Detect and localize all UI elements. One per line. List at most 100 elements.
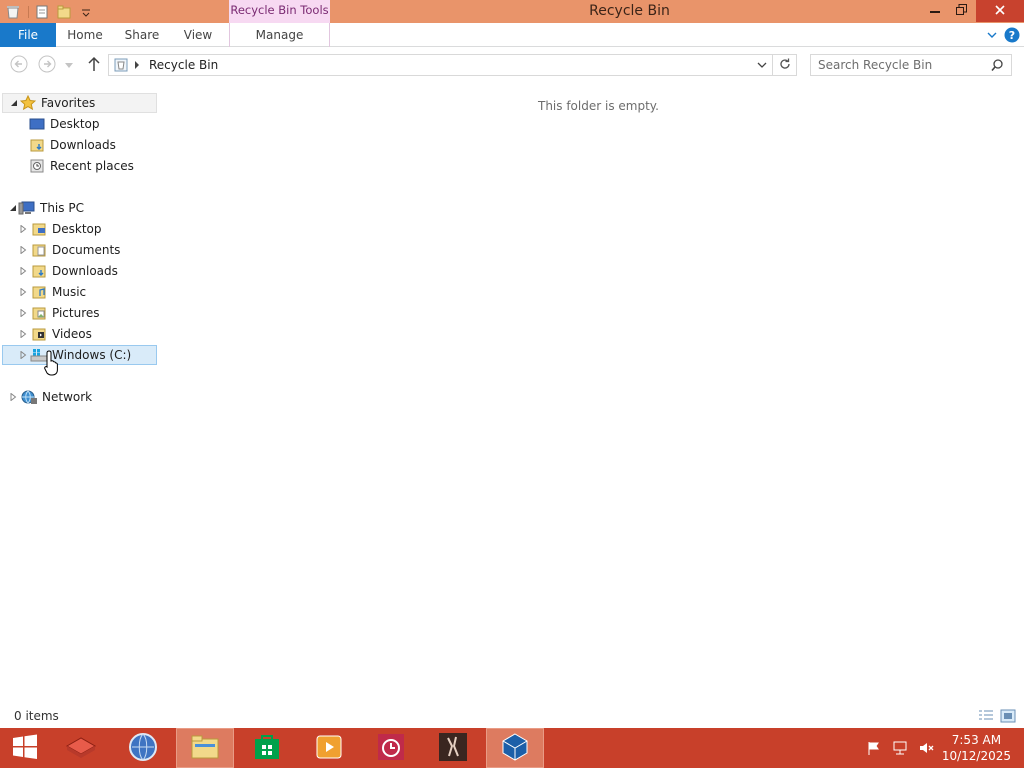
tree-item-pc-downloads[interactable]: Downloads [18, 261, 118, 281]
search-box[interactable] [810, 54, 1012, 76]
virtualbox-icon [500, 732, 530, 765]
tree-item-favorites-desktop[interactable]: Desktop [28, 114, 100, 134]
start-icon [12, 734, 38, 763]
window-title: Recycle Bin [589, 3, 670, 19]
network-status-icon[interactable] [892, 740, 908, 759]
tree-label-favorites: Favorites [41, 96, 96, 110]
tree-item-music[interactable]: Music [18, 282, 86, 302]
breadcrumb-recycle-bin[interactable]: Recycle Bin [149, 58, 218, 72]
collapsed-arrow-icon[interactable] [18, 350, 28, 360]
start-button[interactable] [0, 728, 50, 768]
breadcrumb-separator-icon[interactable] [134, 59, 140, 73]
clock[interactable]: 7:53 AM 10/12/2025 [942, 732, 1011, 764]
search-icon[interactable] [991, 59, 1003, 74]
refresh-button[interactable] [773, 54, 797, 76]
downloads-folder-icon [28, 137, 46, 153]
tree-item-recent-places[interactable]: Recent places [28, 156, 134, 176]
back-button[interactable] [9, 55, 29, 75]
video-player-icon [315, 733, 343, 764]
collapsed-arrow-icon[interactable] [18, 329, 28, 339]
details-view-icon[interactable] [978, 709, 994, 726]
taskbar: 7:53 AM 10/12/2025 [0, 728, 1024, 768]
status-bar: 0 items [0, 706, 1024, 728]
refresh-icon [779, 58, 791, 73]
up-arrow-icon [87, 56, 101, 75]
view-buttons [978, 709, 1016, 726]
tree-item-documents[interactable]: Documents [18, 240, 120, 260]
tree-label: Pictures [52, 306, 100, 320]
recent-locations-button[interactable] [62, 55, 76, 75]
chevron-down-icon [65, 58, 73, 72]
game-icon [438, 732, 468, 765]
tree-label: Recent places [50, 159, 134, 173]
back-arrow-icon [10, 55, 28, 76]
action-center-flag-icon[interactable] [866, 740, 882, 759]
taskbar-alarm-clock[interactable] [362, 728, 420, 768]
expanded-arrow-icon[interactable] [8, 203, 18, 213]
close-icon [995, 4, 1005, 18]
clock-date: 10/12/2025 [941, 749, 1011, 763]
star-icon [19, 95, 37, 111]
taskbar-browser[interactable] [114, 728, 172, 768]
restore-icon [955, 4, 967, 18]
documents-folder-icon [30, 242, 48, 258]
taskbar-app-red-box[interactable] [52, 728, 110, 768]
tree-label: Desktop [52, 222, 102, 236]
ribbon-right-controls: ? [986, 27, 1020, 46]
taskbar-file-explorer[interactable] [176, 728, 234, 768]
empty-folder-message: This folder is empty. [538, 99, 659, 113]
collapsed-arrow-icon[interactable] [18, 287, 28, 297]
tree-item-favorites[interactable]: Favorites [2, 93, 157, 113]
tree-label: Downloads [52, 264, 118, 278]
taskbar-virtualbox[interactable] [486, 728, 544, 768]
collapsed-arrow-icon[interactable] [18, 266, 28, 276]
tree-item-network[interactable]: Network [8, 387, 92, 407]
collapsed-arrow-icon[interactable] [18, 245, 28, 255]
tree-label: Desktop [50, 117, 100, 131]
tree-item-favorites-downloads[interactable]: Downloads [28, 135, 116, 155]
forward-button[interactable] [37, 55, 57, 75]
tab-share[interactable]: Share [120, 23, 164, 47]
minimize-icon [930, 4, 940, 18]
tree-label: Music [52, 285, 87, 299]
collapsed-arrow-icon[interactable] [18, 224, 28, 234]
alarm-clock-icon [377, 733, 405, 764]
music-folder-icon [30, 284, 48, 300]
videos-folder-icon [30, 326, 48, 342]
expanded-arrow-icon[interactable] [9, 98, 19, 108]
restore-button[interactable] [946, 0, 976, 22]
tree-item-pc-desktop[interactable]: Desktop [18, 219, 102, 239]
search-input[interactable] [818, 55, 988, 75]
file-explorer-icon [190, 734, 220, 763]
volume-muted-icon[interactable] [918, 740, 934, 759]
collapsed-arrow-icon[interactable] [8, 392, 18, 402]
taskbar-game[interactable] [424, 728, 482, 768]
up-button[interactable] [84, 55, 104, 75]
tree-item-pictures[interactable]: Pictures [18, 303, 100, 323]
tree-label-network: Network [42, 390, 93, 404]
tab-manage[interactable]: Manage [229, 23, 330, 47]
expand-ribbon-icon[interactable] [986, 29, 998, 44]
tab-home[interactable]: Home [62, 23, 108, 47]
address-bar[interactable]: Recycle Bin [108, 54, 773, 76]
ribbon-tab-bar: File Home Share View Manage ? [0, 23, 1024, 47]
help-icon[interactable]: ? [1004, 27, 1020, 46]
pictures-folder-icon [30, 305, 48, 321]
tree-item-windows-c[interactable]: Windows (C:) [2, 345, 157, 365]
taskbar-store[interactable] [238, 728, 296, 768]
desktop-folder-icon [30, 221, 48, 237]
tab-view[interactable]: View [178, 23, 218, 47]
tree-label: Documents [52, 243, 121, 257]
address-dropdown-icon[interactable] [757, 59, 767, 73]
tree-item-this-pc[interactable]: This PC [2, 198, 84, 218]
tree-label: Windows (C:) [52, 348, 132, 362]
hand-cursor-icon [44, 350, 62, 379]
item-count: 0 items [14, 709, 59, 723]
downloads-folder-icon [30, 263, 48, 279]
collapsed-arrow-icon[interactable] [18, 308, 28, 318]
large-icons-view-icon[interactable] [1000, 709, 1016, 726]
taskbar-video-player[interactable] [300, 728, 358, 768]
tab-file[interactable]: File [0, 23, 56, 47]
tree-item-videos[interactable]: Videos [18, 324, 92, 344]
close-button[interactable] [976, 0, 1024, 22]
